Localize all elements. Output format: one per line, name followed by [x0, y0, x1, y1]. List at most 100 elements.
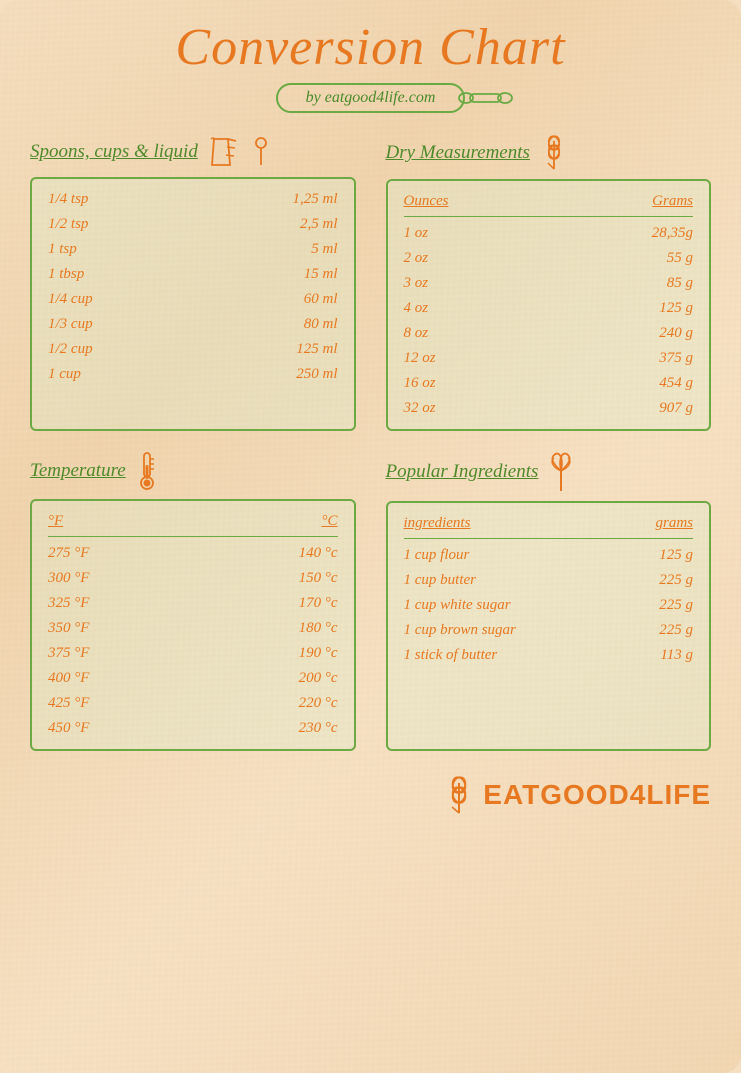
- row-right: 125 g: [659, 300, 693, 317]
- row-left: 350 °F: [48, 620, 89, 637]
- row-left: 1 stick of butter: [404, 647, 498, 664]
- table-row: 425 °F 220 °c: [48, 691, 338, 716]
- row-right: 225 g: [659, 597, 693, 614]
- row-left: 1 tbsp: [48, 266, 84, 283]
- dry-title: Dry Measurements: [386, 142, 530, 164]
- row-left: 1 cup brown sugar: [404, 622, 516, 639]
- row-left: 32 oz: [404, 400, 436, 417]
- table-row: 1 cup 250 ml: [48, 362, 338, 387]
- spoons-rows: 1/4 tsp 1,25 ml 1/2 tsp 2,5 ml 1 tsp 5 ml 1 tb…: [48, 187, 338, 387]
- row-left: 400 °F: [48, 670, 89, 687]
- table-row: 1/3 cup 80 ml: [48, 312, 338, 337]
- subtitle-pill: by eatgood4life.com: [276, 83, 466, 113]
- table-row: 1 tsp 5 ml: [48, 237, 338, 262]
- table-row: 1/4 cup60 ml: [48, 287, 338, 312]
- row-right: 55 g: [667, 250, 693, 267]
- ingr-col-right: grams: [655, 515, 693, 532]
- row-left: 1 cup: [48, 366, 81, 383]
- row-left: 425 °F: [48, 695, 89, 712]
- wheat-icon-dry: [538, 135, 570, 171]
- dry-table: Ounces Grams 1 oz28,35g2 oz55 g3 oz85 g4…: [386, 179, 712, 431]
- row-right: 28,35g: [652, 225, 693, 242]
- row-left: 450 °F: [48, 720, 89, 737]
- row-right: 200 °c: [299, 670, 338, 687]
- table-row: 350 °F 180 °c: [48, 616, 338, 641]
- row-right: 140 °c: [299, 545, 338, 562]
- row-left: 12 oz: [404, 350, 436, 367]
- table-row: 1/2 tsp 2,5 ml: [48, 212, 338, 237]
- temp-col-right: °C: [321, 513, 337, 530]
- row-right: 113 g: [660, 647, 693, 664]
- dry-header: Dry Measurements: [386, 135, 712, 171]
- table-row: 1 cup white sugar225 g: [404, 593, 694, 618]
- page-title: Conversion Chart: [30, 18, 711, 77]
- row-left: 4 oz: [404, 300, 429, 317]
- row-right: 5 ml: [311, 241, 337, 258]
- thermometer-icon: [134, 451, 160, 491]
- row-left: 2 oz: [404, 250, 429, 267]
- table-row: 300 °F150 °c: [48, 566, 338, 591]
- temperature-header-row: °F °C: [48, 509, 338, 537]
- table-row: 450 °F230 °c: [48, 716, 338, 741]
- ingr-rows: 1 cup flour125 g1 cup butter225 g1 cup w…: [404, 543, 694, 668]
- row-right: 180 °c: [299, 620, 338, 637]
- ingredients-table: ingredients grams 1 cup flour125 g1 cup …: [386, 501, 712, 751]
- measuring-cup-icon: [206, 135, 244, 169]
- row-left: 325 °F: [48, 595, 89, 612]
- table-row: 12 oz 375 g: [404, 346, 694, 371]
- ingredients-title: Popular Ingredients: [386, 461, 539, 483]
- table-row: 16 oz 454 g: [404, 371, 694, 396]
- table-row: 275 °F 140 °c: [48, 541, 338, 566]
- row-right: 80 ml: [304, 316, 338, 333]
- content-grid: Spoons, cups & liquid 1/4 tsp 1,25 ml 1/2 …: [30, 135, 711, 751]
- row-right: 125 ml: [296, 341, 337, 358]
- row-right: 225 g: [659, 572, 693, 589]
- spoons-table: 1/4 tsp 1,25 ml 1/2 tsp 2,5 ml 1 tsp 5 ml 1 tb…: [30, 177, 356, 431]
- row-left: 1/4 cup: [48, 291, 93, 308]
- row-left: 16 oz: [404, 375, 436, 392]
- table-row: 1/2 cup125 ml: [48, 337, 338, 362]
- row-right: 225 g: [659, 622, 693, 639]
- row-right: 240 g: [659, 325, 693, 342]
- table-row: 2 oz 55 g: [404, 246, 694, 271]
- row-left: 1/4 tsp: [48, 191, 88, 208]
- row-left: 3 oz: [404, 275, 429, 292]
- spoons-title: Spoons, cups & liquid: [30, 141, 198, 163]
- row-left: 275 °F: [48, 545, 89, 562]
- table-row: 1 cup butter 225 g: [404, 568, 694, 593]
- subtitle-bar: by eatgood4life.com: [30, 83, 711, 113]
- table-row: 1 stick of butter 113 g: [404, 643, 694, 668]
- ingredients-header-row: ingredients grams: [404, 511, 694, 539]
- brand-text: EATGOOD4LIFE: [483, 779, 711, 811]
- spoons-header: Spoons, cups & liquid: [30, 135, 356, 169]
- table-row: 375 °F190 °c: [48, 641, 338, 666]
- row-right: 220 °c: [299, 695, 338, 712]
- temperature-header: Temperature: [30, 451, 356, 491]
- row-right: 125 g: [659, 547, 693, 564]
- ingredients-section: Popular Ingredients ingredients grams 1 …: [386, 451, 712, 751]
- row-left: 300 °F: [48, 570, 89, 587]
- brand-wheat-icon: [441, 775, 477, 815]
- row-right: 1,25 ml: [293, 191, 338, 208]
- row-left: 1 oz: [404, 225, 429, 242]
- subtitle-text: by eatgood4life.com: [306, 89, 436, 106]
- table-row: 8 oz240 g: [404, 321, 694, 346]
- temperature-table: °F °C 275 °F 140 °c 300 °F150 °c 325 °F 170 …: [30, 499, 356, 751]
- row-left: 1/2 tsp: [48, 216, 88, 233]
- row-left: 1 cup butter: [404, 572, 477, 589]
- table-row: 1 oz 28,35g: [404, 221, 694, 246]
- temperature-title: Temperature: [30, 460, 126, 482]
- spoons-section: Spoons, cups & liquid 1/4 tsp 1,25 ml 1/2 …: [30, 135, 356, 431]
- ingredients-header: Popular Ingredients: [386, 451, 712, 493]
- row-right: 375 g: [659, 350, 693, 367]
- whisk-icon: [546, 451, 576, 493]
- row-left: 1 tsp: [48, 241, 77, 258]
- row-left: 1/3 cup: [48, 316, 93, 333]
- row-right: 250 ml: [296, 366, 337, 383]
- table-row: 32 oz907 g: [404, 396, 694, 421]
- row-right: 170 °c: [299, 595, 338, 612]
- row-right: 454 g: [659, 375, 693, 392]
- temp-rows: 275 °F 140 °c 300 °F150 °c 325 °F 170 °c 350 …: [48, 541, 338, 741]
- row-right: 2,5 ml: [300, 216, 338, 233]
- table-row: 325 °F 170 °c: [48, 591, 338, 616]
